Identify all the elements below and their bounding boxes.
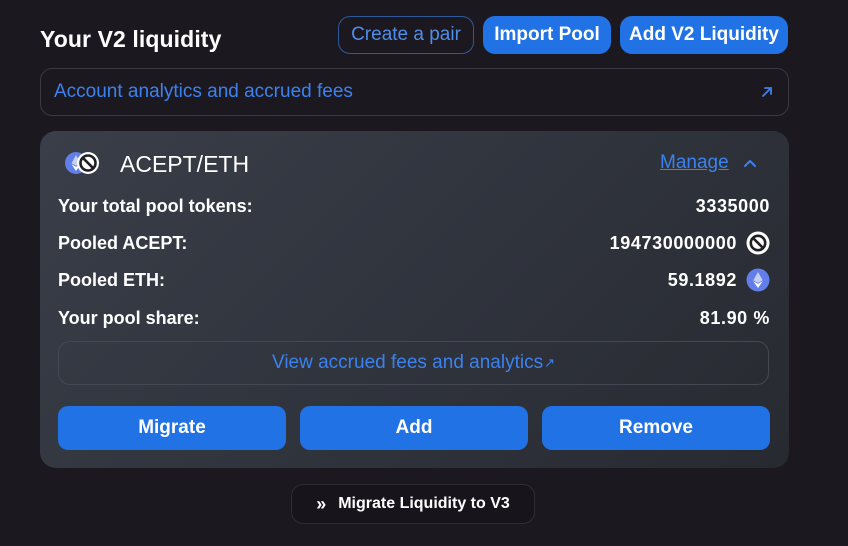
pair-name: ACEPT/ETH — [120, 151, 250, 177]
pool-row-value: 81.90 % — [699, 307, 770, 328]
pool-row-value: 194730000000 — [609, 232, 737, 253]
blocked-token-icon — [746, 231, 770, 255]
pool-row-pooled-acept: Pooled ACEPT: 194730000000 — [58, 231, 770, 255]
double-chevron-right-icon: » — [316, 494, 327, 514]
account-analytics-label: Account analytics and accrued fees — [54, 81, 353, 102]
create-pair-button[interactable]: Create a pair — [338, 16, 474, 54]
remove-button[interactable]: Remove — [542, 406, 770, 450]
pair-token-icons — [65, 152, 99, 174]
import-pool-button[interactable]: Import Pool — [483, 16, 611, 54]
v2-liquidity-page: Your V2 liquidity Create a pair Import P… — [0, 0, 848, 546]
pool-row-label: Your total pool tokens: — [58, 195, 253, 216]
account-analytics-link[interactable]: Account analytics and accrued fees — [40, 68, 789, 116]
view-fees-label: View accrued fees and analytics — [272, 352, 544, 373]
arrow-up-right-icon — [762, 87, 772, 97]
chevron-up-icon — [743, 160, 756, 167]
pool-row-pool-share: Your pool share: 81.90 % — [58, 306, 770, 330]
page-title: Your V2 liquidity — [40, 26, 222, 52]
manage-label: Manage — [660, 152, 729, 173]
pool-row-label: Pooled ETH: — [58, 269, 165, 290]
pool-row-value: 59.1892 — [667, 269, 737, 290]
pool-row-total-tokens: Your total pool tokens: 3335000 — [58, 194, 770, 218]
migrate-button[interactable]: Migrate — [58, 406, 286, 450]
add-v2-liquidity-button[interactable]: Add V2 Liquidity — [620, 16, 788, 54]
pool-card: ACEPT/ETH Manage Your total pool tokens:… — [40, 131, 789, 468]
migrate-v3-label: Migrate Liquidity to V3 — [338, 495, 510, 512]
pool-row-label: Pooled ACEPT: — [58, 232, 188, 253]
migrate-liquidity-v3-button[interactable]: » Migrate Liquidity to V3 — [291, 484, 535, 524]
pool-row-label: Your pool share: — [58, 307, 200, 328]
pool-row-pooled-eth: Pooled ETH: 59.1892 — [58, 268, 770, 292]
pool-row-value: 3335000 — [695, 195, 770, 216]
manage-toggle[interactable]: Manage — [660, 152, 757, 174]
view-accrued-fees-link[interactable]: View accrued fees and analytics ↗ — [58, 341, 769, 385]
eth-icon — [746, 268, 770, 292]
arrow-up-right-icon: ↗ — [544, 355, 555, 370]
add-button[interactable]: Add — [300, 406, 528, 450]
